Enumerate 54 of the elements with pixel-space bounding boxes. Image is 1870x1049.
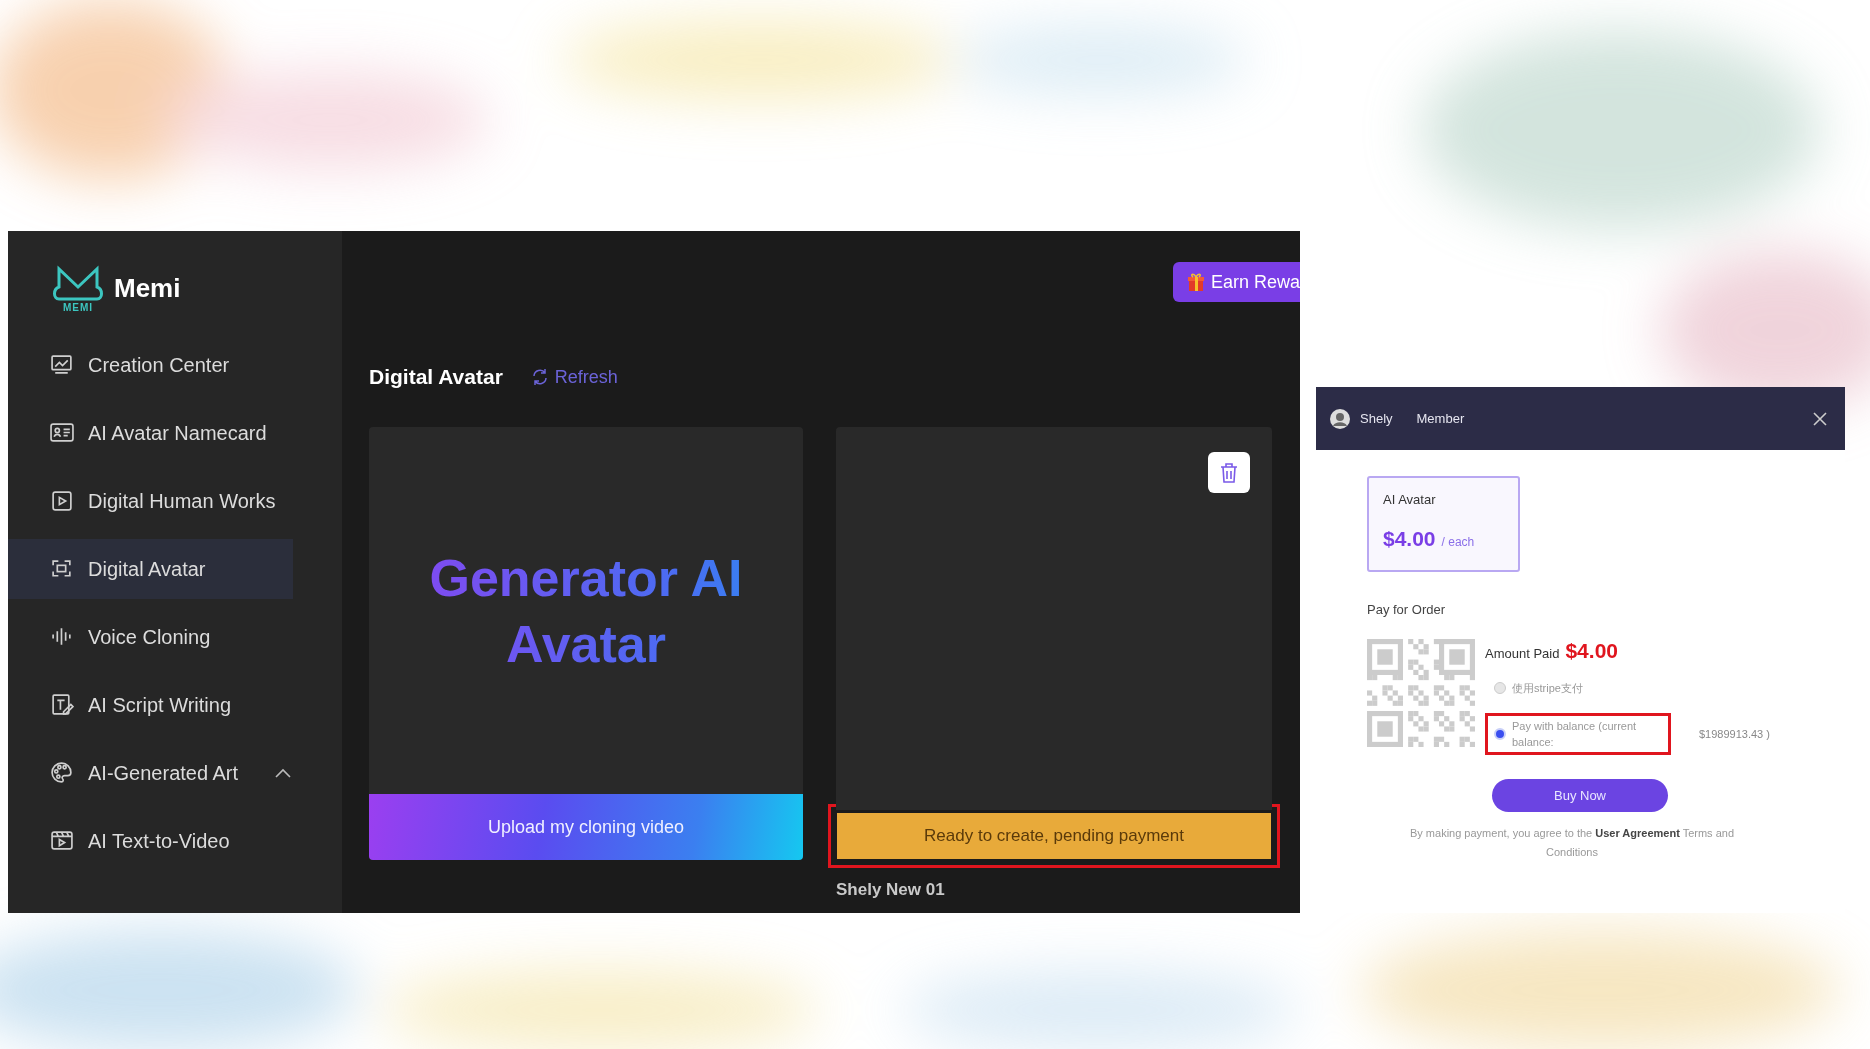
avatar-icon <box>1330 408 1350 429</box>
buy-now-button[interactable]: Buy Now <box>1492 779 1668 812</box>
close-button[interactable] <box>1811 409 1829 428</box>
refresh-button[interactable]: Refresh <box>530 366 618 388</box>
sidebar-item-label: AI Text-to-Video <box>88 829 230 853</box>
script-icon <box>50 693 74 717</box>
logo-mark-text: MEMI <box>62 303 94 313</box>
trash-icon <box>1219 461 1239 484</box>
sidebar-item[interactable]: Digital Avatar <box>8 539 293 599</box>
sidebar-item-label: AI Avatar Namecard <box>88 421 267 445</box>
id-card-icon <box>50 421 74 445</box>
sidebar-item-label: Digital Avatar <box>88 557 206 581</box>
earn-rewards-button[interactable]: Earn Rewa <box>1172 262 1300 302</box>
sidebar-item[interactable]: AI Avatar Namecard <box>8 403 293 463</box>
price-unit: / each <box>1441 535 1475 549</box>
sidebar-item-label: Digital Human Works <box>88 489 276 513</box>
upload-button[interactable]: Upload my cloning video <box>369 794 803 860</box>
sidebar-item[interactable]: Digital Human Works <box>8 471 293 531</box>
amount-label: Amount Paid <box>1485 646 1560 661</box>
delete-button[interactable] <box>1208 452 1250 493</box>
payment-option-label: 使用stripe支付 <box>1512 681 1584 696</box>
product-name: AI Avatar <box>1383 492 1437 507</box>
app-name: Memi <box>114 272 181 304</box>
sidebar-item-label: Voice Cloning <box>88 625 211 649</box>
sidebar-item[interactable]: AI-Generated Art <box>8 743 293 803</box>
status-button[interactable]: Ready to create, pending payment <box>837 813 1271 859</box>
sidebar-item-label: AI-Generated Art <box>88 761 239 785</box>
sidebar-item[interactable]: AI Text-to-Video <box>8 811 293 871</box>
caret-up-icon[interactable] <box>274 767 293 779</box>
sidebar-item-label: AI Script Writing <box>88 693 231 717</box>
sidebar-item-label: Creation Center <box>88 353 230 377</box>
video-icon <box>50 829 74 853</box>
refresh-icon <box>530 368 549 386</box>
user-name: Shely <box>1360 411 1393 426</box>
product-card[interactable]: AI Avatar $4.00 / each <box>1367 476 1520 572</box>
play-icon <box>50 489 74 513</box>
chart-icon <box>50 353 74 377</box>
sidebar-item[interactable]: AI Script Writing <box>8 675 293 735</box>
terms-text: By making payment, you agree to the User Agreement Terms and Conditions <box>1408 826 1736 860</box>
product-price: $4.00 <box>1383 527 1436 551</box>
logo-icon <box>51 263 105 303</box>
balance-amount: $1989913.43 ) <box>1699 728 1770 740</box>
work-title: Shely New 01 <box>836 880 946 900</box>
sidebar-item[interactable]: Voice Cloning <box>8 607 293 667</box>
amount-value: $4.00 <box>1565 639 1618 663</box>
payment-option-label: Pay with balance (current balance: <box>1512 719 1638 750</box>
sidebar-item[interactable]: Creation Center <box>8 335 293 395</box>
section-title: Pay for Order <box>1367 602 1447 617</box>
palette-icon <box>50 761 74 785</box>
membership-label: Member <box>1416 411 1465 426</box>
radio-button[interactable] <box>1494 682 1506 694</box>
page-title: Digital Avatar <box>369 365 503 389</box>
gift-icon <box>1186 272 1205 292</box>
radio-button[interactable] <box>1494 728 1506 740</box>
